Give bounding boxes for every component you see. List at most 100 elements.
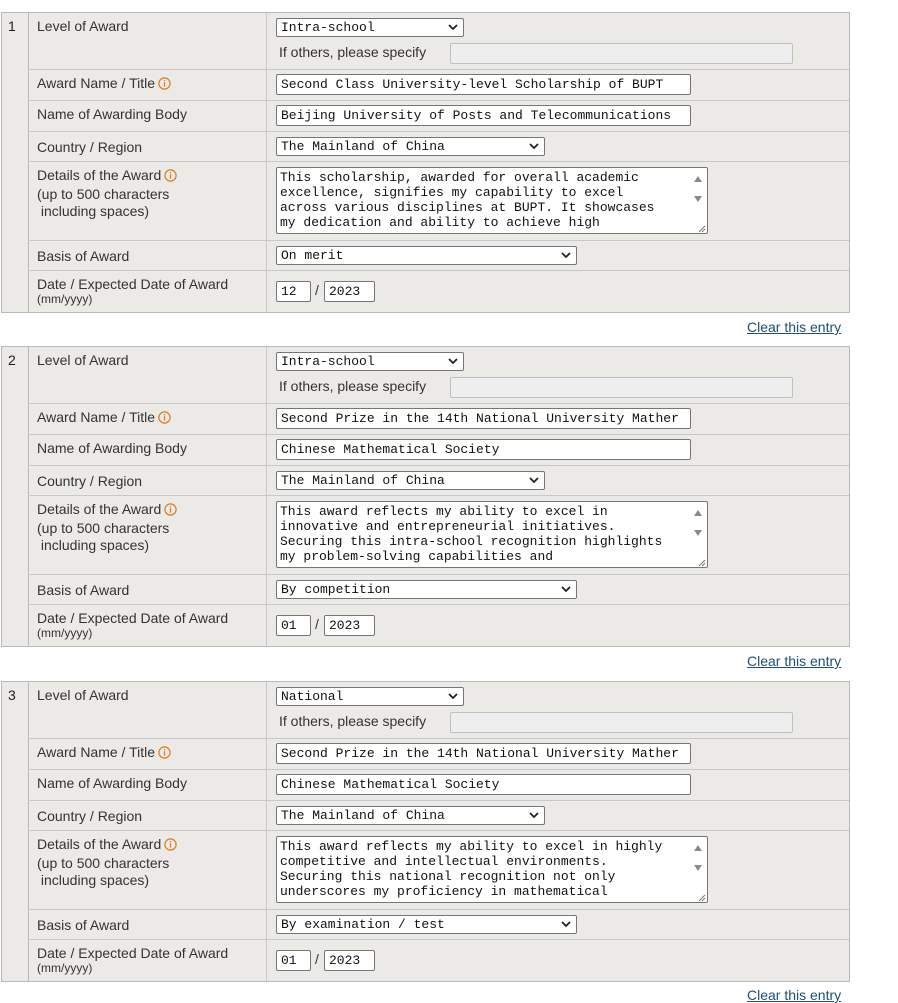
basis-select[interactable]: By examination / test	[276, 915, 577, 934]
details-label: Details of the Award	[37, 167, 162, 183]
country-select[interactable]: The Mainland of China	[276, 806, 545, 825]
year-input[interactable]: 2023	[324, 950, 375, 971]
level-value: Intra-school	[281, 20, 375, 35]
scroll-up-icon[interactable]	[694, 510, 702, 516]
year-input[interactable]: 2023	[324, 615, 375, 636]
info-circle-icon[interactable]	[164, 503, 177, 520]
level-label: Level of Award	[37, 352, 129, 368]
awarding-body-input[interactable]: Chinese Mathematical Society	[276, 439, 691, 460]
month-input[interactable]: 12	[276, 281, 311, 302]
resize-grip-icon[interactable]	[696, 222, 706, 233]
others-specify-input[interactable]	[450, 377, 793, 398]
month-input[interactable]: 01	[276, 950, 311, 971]
award-name-label-wrap: Award Name / Title	[37, 75, 262, 94]
chevron-down-icon	[447, 690, 459, 702]
details-hint-2: including spaces)	[37, 872, 150, 888]
details-textarea[interactable]: This award reflects my ability to excel …	[276, 501, 708, 568]
award-name-input[interactable]: Second Class University-level Scholarshi…	[276, 74, 691, 95]
info-circle-icon[interactable]	[158, 411, 171, 428]
country-row: Country / Region The Mainland of China	[28, 131, 849, 161]
column-divider	[266, 682, 267, 738]
award-entry-3: 3 Level of Award National If others, please…	[1, 681, 850, 982]
basis-select[interactable]: By competition	[276, 580, 577, 599]
country-select[interactable]: The Mainland of China	[276, 137, 545, 156]
scroll-up-icon[interactable]	[694, 176, 702, 182]
basis-value: By examination / test	[281, 917, 445, 932]
entry-number-cell: 3	[2, 682, 29, 981]
date-row: Date / Expected Date of Award (mm/yyyy) 01…	[28, 939, 849, 981]
clear-entry-link[interactable]: Clear this entry	[747, 987, 841, 1003]
clear-entry-link[interactable]: Clear this entry	[747, 653, 841, 669]
basis-row: Basis of Award By examination / test	[28, 909, 849, 939]
country-label: Country / Region	[37, 139, 143, 155]
resize-grip-icon[interactable]	[696, 891, 706, 902]
details-row: Details of the Award (up to 500 character…	[28, 830, 849, 909]
month-input[interactable]: 01	[276, 615, 311, 636]
chevron-down-icon	[560, 249, 572, 261]
scroll-up-icon[interactable]	[694, 845, 702, 851]
column-divider	[266, 101, 267, 131]
award-entry-2: 2 Level of Award Intra-school If others, pl…	[1, 346, 850, 647]
country-value: The Mainland of China	[281, 473, 445, 488]
country-value: The Mainland of China	[281, 139, 445, 154]
awarding-body-label: Name of Awarding Body	[37, 106, 187, 122]
column-divider	[266, 605, 267, 646]
year-input[interactable]: 2023	[324, 281, 375, 302]
info-circle-icon[interactable]	[158, 746, 171, 763]
others-label: If others, please specify	[279, 44, 427, 60]
column-divider	[266, 801, 267, 830]
others-specify-input[interactable]	[450, 43, 793, 64]
basis-label: Basis of Award	[37, 917, 130, 933]
others-specify-input[interactable]	[450, 712, 793, 733]
column-divider	[266, 910, 267, 939]
info-circle-icon[interactable]	[164, 838, 177, 855]
date-format-hint: (mm/yyyy)	[37, 626, 93, 640]
awarding-body-input[interactable]: Beijing University of Posts and Telecomm…	[276, 105, 691, 126]
chevron-down-icon	[447, 355, 459, 367]
level-value: Intra-school	[281, 354, 375, 369]
scroll-down-icon[interactable]	[694, 196, 702, 202]
scroll-down-icon[interactable]	[694, 865, 702, 871]
details-label-wrap: Details of the Award (up to 500 character…	[37, 167, 262, 220]
column-divider	[266, 347, 267, 403]
date-label: Date / Expected Date of Award	[37, 610, 229, 626]
details-label: Details of the Award	[37, 836, 162, 852]
country-select[interactable]: The Mainland of China	[276, 471, 545, 490]
awarding-body-row: Name of Awarding Body Chinese Mathematica…	[28, 434, 849, 465]
basis-select[interactable]: On merit	[276, 246, 577, 265]
date-label-wrap: Date / Expected Date of Award (mm/yyyy)	[37, 276, 262, 306]
country-row: Country / Region The Mainland of China	[28, 465, 849, 495]
award-name-input[interactable]: Second Prize in the 14th National Univer…	[276, 743, 691, 764]
country-label: Country / Region	[37, 808, 143, 824]
column-divider	[266, 70, 267, 100]
award-name-label: Award Name / Title	[37, 409, 156, 425]
level-select[interactable]: Intra-school	[276, 352, 464, 371]
date-separator: /	[315, 616, 319, 632]
info-circle-icon[interactable]	[164, 169, 177, 186]
date-format-hint: (mm/yyyy)	[37, 961, 93, 975]
clear-entry-link[interactable]: Clear this entry	[747, 319, 841, 335]
column-divider	[266, 496, 267, 574]
details-label-wrap: Details of the Award (up to 500 character…	[37, 836, 262, 889]
info-circle-icon[interactable]	[158, 77, 171, 94]
entry-number: 1	[8, 18, 16, 34]
level-select[interactable]: Intra-school	[276, 18, 464, 37]
awarding-body-input[interactable]: Chinese Mathematical Society	[276, 774, 691, 795]
level-label: Level of Award	[37, 687, 129, 703]
award-name-input[interactable]: Second Prize in the 14th National Univer…	[276, 408, 691, 429]
resize-grip-icon[interactable]	[696, 556, 706, 567]
details-textarea[interactable]: This scholarship, awarded for overall ac…	[276, 167, 708, 234]
details-hint-2: including spaces)	[37, 203, 150, 219]
details-textarea[interactable]: This award reflects my ability to excel …	[276, 836, 708, 903]
awarding-body-label: Name of Awarding Body	[37, 440, 187, 456]
column-divider	[266, 575, 267, 604]
level-select[interactable]: National	[276, 687, 464, 706]
date-row: Date / Expected Date of Award (mm/yyyy) 01…	[28, 604, 849, 646]
scroll-down-icon[interactable]	[694, 530, 702, 536]
details-hint-2: including spaces)	[37, 537, 150, 553]
details-hint-1: (up to 500 characters	[37, 520, 170, 536]
others-label: If others, please specify	[279, 378, 427, 394]
date-separator: /	[315, 282, 319, 298]
award-name-row: Award Name / Title Second Class Universit…	[28, 69, 849, 100]
chevron-down-icon	[560, 583, 572, 595]
